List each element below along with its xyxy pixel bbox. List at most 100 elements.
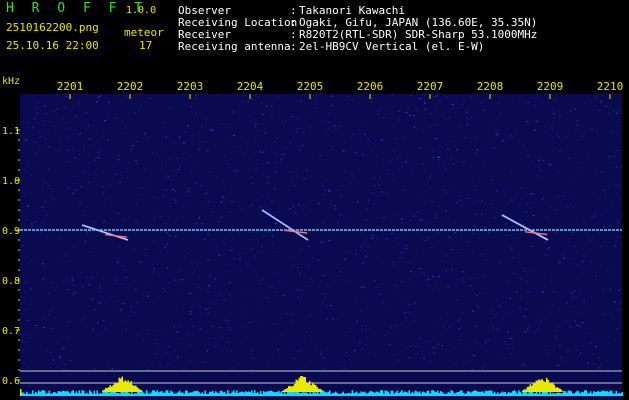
level-peak-bar [529, 384, 531, 392]
noise-speck [474, 213, 477, 215]
noise-speck [290, 179, 292, 181]
noise-speck [495, 133, 498, 135]
noise-speck [498, 320, 500, 322]
noise-speck [25, 219, 28, 221]
noise-speck [37, 102, 39, 104]
noise-speck [133, 249, 136, 251]
noise-speck [310, 342, 313, 344]
noise-floor-bar [614, 393, 616, 396]
noise-speck [454, 362, 456, 365]
noise-speck [493, 333, 496, 335]
noise-speck [27, 164, 29, 166]
noise-speck [460, 205, 462, 207]
noise-speck [135, 136, 137, 138]
noise-speck [238, 252, 240, 255]
noise-speck [153, 330, 155, 332]
noise-speck [446, 96, 448, 98]
noise-speck [397, 243, 399, 245]
noise-floor-bar [306, 392, 308, 396]
noise-speck [512, 347, 514, 349]
noise-speck [419, 337, 421, 339]
antenna-label: Receiving antenna [178, 40, 291, 53]
noise-floor-bar [161, 390, 163, 396]
noise-speck [263, 234, 265, 236]
noise-speck [265, 183, 268, 185]
noise-speck [361, 325, 363, 327]
noise-speck [451, 186, 453, 188]
noise-speck [614, 183, 616, 185]
noise-speck [428, 284, 430, 287]
noise-speck [259, 206, 261, 208]
noise-speck [326, 305, 329, 307]
noise-speck [583, 220, 585, 222]
noise-speck [519, 218, 522, 220]
noise-speck [441, 113, 444, 115]
noise-speck [407, 347, 409, 349]
noise-speck [283, 154, 286, 156]
noise-speck [310, 98, 312, 100]
noise-speck [276, 351, 279, 353]
noise-speck [102, 135, 104, 138]
noise-floor-bar [221, 390, 223, 396]
noise-speck [456, 202, 458, 204]
level-peak-bar [112, 384, 114, 392]
noise-speck [472, 233, 474, 235]
noise-speck [617, 221, 619, 223]
noise-speck [60, 102, 63, 104]
noise-speck [432, 352, 435, 354]
noise-speck [135, 220, 137, 222]
level-peak-bar [318, 388, 320, 392]
level-peak-bar [526, 387, 528, 392]
noise-speck [526, 280, 528, 282]
noise-speck [34, 141, 37, 144]
noise-speck [100, 333, 102, 335]
noise-speck [473, 354, 475, 356]
noise-speck [182, 278, 185, 281]
noise-speck [545, 349, 547, 351]
noise-speck [101, 331, 104, 333]
noise-floor-bar [548, 393, 550, 396]
noise-floor-bar [449, 392, 451, 396]
noise-floor-bar [384, 390, 386, 396]
noise-floor-bar [549, 392, 551, 396]
noise-speck [558, 170, 560, 172]
noise-floor-bar [72, 390, 74, 396]
noise-speck [498, 305, 500, 307]
noise-floor-bar [156, 390, 158, 396]
noise-speck [146, 138, 148, 140]
noise-speck [301, 100, 303, 102]
noise-speck [488, 121, 491, 123]
noise-floor-bar [615, 390, 617, 396]
noise-floor-bar [443, 393, 445, 396]
noise-speck [446, 328, 449, 331]
noise-speck [289, 208, 291, 210]
noise-speck [267, 194, 269, 196]
noise-speck [56, 94, 59, 96]
noise-floor-bar [489, 390, 491, 396]
antenna-value: 2el-HB9CV Vertical (el. E-W) [299, 40, 485, 53]
noise-speck [405, 245, 408, 247]
noise-speck [484, 227, 486, 229]
noise-speck [28, 121, 30, 124]
level-peak-bar [292, 385, 294, 392]
noise-speck [466, 350, 468, 352]
noise-speck [32, 333, 34, 335]
noise-speck [344, 150, 346, 152]
noise-floor-bar [179, 390, 181, 396]
noise-speck [617, 236, 619, 238]
noise-speck [270, 147, 273, 149]
noise-speck [334, 208, 336, 210]
noise-speck [79, 351, 81, 353]
time-axis-labels: 2201 2202 2203 2204 2205 2206 2207 2208 2209 2210 [57, 80, 624, 93]
noise-speck [510, 337, 513, 340]
noise-speck [189, 156, 192, 158]
noise-speck [457, 320, 459, 322]
noise-floor-bar [464, 393, 466, 396]
level-peak-bar [301, 375, 303, 392]
noise-speck [620, 275, 622, 277]
noise-speck [374, 184, 376, 187]
level-peak-bar [315, 384, 317, 392]
noise-speck [102, 186, 105, 188]
noise-speck [550, 271, 553, 273]
level-peak-bar [109, 385, 111, 392]
